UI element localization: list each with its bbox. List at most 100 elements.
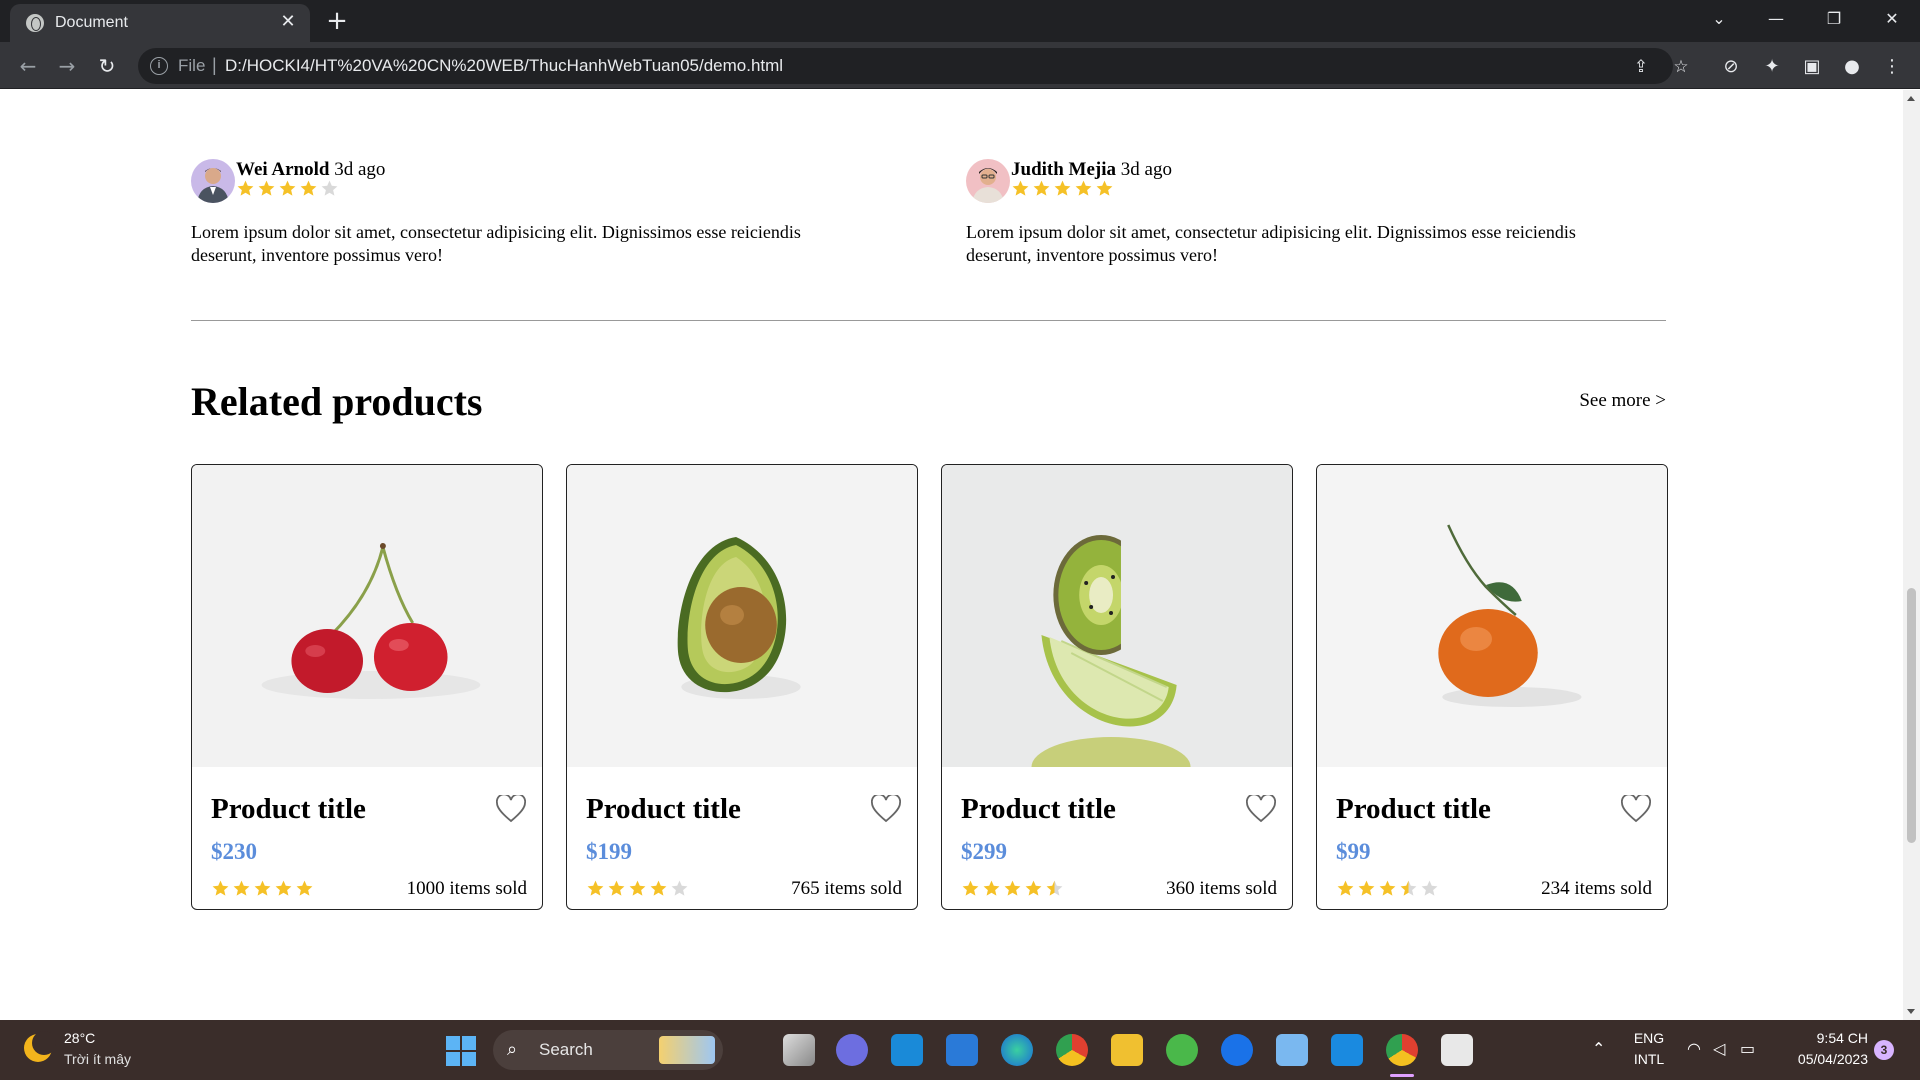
heart-icon[interactable]: [1246, 795, 1276, 823]
star-filled-icon: [983, 880, 1000, 896]
bookmark-star-icon[interactable]: ☆: [1669, 55, 1693, 79]
search-label: Search: [539, 1040, 593, 1059]
product-image-avocado: [567, 465, 917, 767]
see-more-link[interactable]: See more >: [1579, 390, 1666, 412]
compass-icon[interactable]: ⊘: [1719, 55, 1743, 79]
scrollbar-thumb[interactable]: [1907, 588, 1916, 843]
star-empty-icon: [1421, 880, 1438, 896]
folder-icon[interactable]: [1111, 1034, 1143, 1066]
chrome-icon[interactable]: [1056, 1034, 1088, 1066]
minimize-button[interactable]: —: [1752, 0, 1800, 38]
items-sold: 1000 items sold: [406, 878, 527, 899]
edge-icon[interactable]: [1001, 1034, 1033, 1066]
weather-moon-icon[interactable]: [24, 1031, 56, 1062]
url-text[interactable]: D:/HOCKI4/HT%20VA%20CN%20WEB/ThucHanhWeb…: [225, 56, 783, 76]
product-card[interactable]: Product title $230 1000 items sold: [191, 464, 543, 910]
heart-icon[interactable]: [1621, 795, 1651, 823]
star-filled-icon: [1358, 880, 1375, 896]
product-price: $299: [961, 839, 1007, 864]
start-icon[interactable]: [446, 1036, 476, 1066]
heart-icon[interactable]: [871, 795, 901, 823]
product-title[interactable]: Product title: [1336, 793, 1491, 826]
restore-button[interactable]: ❐: [1810, 0, 1858, 38]
scroll-up-arrow-icon[interactable]: [1907, 96, 1915, 101]
tab-close-button[interactable]: ✕: [276, 10, 300, 34]
review-time: 3d ago: [334, 159, 386, 180]
weather-description[interactable]: Trời ít mây: [64, 1051, 131, 1067]
product-title[interactable]: Product title: [211, 793, 366, 826]
close-window-button[interactable]: ✕: [1868, 0, 1916, 38]
star-filled-icon: [233, 880, 250, 896]
star-filled-icon: [962, 880, 979, 896]
taskbar-search[interactable]: ⌕ Search: [493, 1030, 723, 1070]
heart-icon[interactable]: [496, 795, 526, 823]
chevron-up-icon[interactable]: ⌃: [1592, 1039, 1605, 1058]
star-empty-icon: [671, 880, 688, 896]
browser-tab[interactable]: Document ✕: [10, 4, 310, 42]
address-bar[interactable]: i File | D:/HOCKI4/HT%20VA%20CN%20WEB/Th…: [138, 48, 1689, 84]
star-filled-icon: [1004, 880, 1021, 896]
notepad-icon[interactable]: [1276, 1034, 1308, 1066]
volume-icon[interactable]: ◁: [1713, 1039, 1725, 1058]
page-scrollbar[interactable]: [1903, 90, 1920, 1020]
star-filled-icon: [212, 880, 229, 896]
reload-button[interactable]: ↻: [91, 50, 123, 82]
product-card[interactable]: Product title $99 234 items sold: [1316, 464, 1668, 910]
search-highlight-icon: [659, 1036, 715, 1064]
teams-chat-icon[interactable]: [836, 1034, 868, 1066]
globe-icon: [26, 14, 44, 32]
vscode-icon[interactable]: [1331, 1034, 1363, 1066]
site-info-icon[interactable]: i: [150, 57, 168, 75]
windows-taskbar: 28°C Trời ít mây ⌕ Search ⌃ ENG INTL ◠ ◁…: [0, 1020, 1920, 1080]
product-title[interactable]: Product title: [586, 793, 741, 826]
clock-time[interactable]: 9:54 CH: [1772, 1030, 1868, 1046]
page-viewport: Wei Arnold 3d ago Lorem ipsum dolor sit …: [0, 90, 1903, 1020]
forward-button[interactable]: →: [51, 50, 83, 82]
star-filled-icon: [1033, 180, 1050, 196]
active-app-indicator: [1390, 1074, 1414, 1077]
review-rating: [236, 179, 339, 198]
browser-tab-strip: Document ✕ + ⌄ — ❐ ✕: [0, 0, 1920, 42]
star-filled-icon: [1096, 180, 1113, 196]
section-title: Related products: [191, 379, 483, 424]
clock-date[interactable]: 05/04/2023: [1772, 1051, 1868, 1067]
notification-badge[interactable]: 3: [1874, 1040, 1894, 1060]
items-sold: 360 items sold: [1166, 878, 1277, 899]
zalo-icon[interactable]: [1221, 1034, 1253, 1066]
product-card[interactable]: Product title $199 765 items sold: [566, 464, 918, 910]
reviewer-name: Wei Arnold: [236, 159, 330, 180]
widgets-icon[interactable]: [783, 1034, 815, 1066]
chrome-active-icon[interactable]: [1386, 1034, 1418, 1066]
star-filled-icon: [608, 880, 625, 896]
product-image-cherries: [192, 465, 542, 767]
app-green-icon[interactable]: [1166, 1034, 1198, 1066]
star-filled-icon: [629, 880, 646, 896]
profile-icon[interactable]: ●: [1840, 55, 1864, 79]
back-button[interactable]: ←: [12, 50, 44, 82]
product-card[interactable]: Product title $299 360 items sold: [941, 464, 1293, 910]
product-title[interactable]: Product title: [961, 793, 1116, 826]
extensions-icon[interactable]: ✦: [1760, 55, 1784, 79]
new-tab-button[interactable]: +: [322, 6, 352, 36]
tab-search-button[interactable]: ⌄: [1695, 0, 1743, 38]
tab-title: Document: [55, 14, 128, 31]
battery-icon[interactable]: ▭: [1740, 1039, 1755, 1058]
items-sold: 234 items sold: [1541, 878, 1652, 899]
weather-temperature[interactable]: 28°C: [64, 1030, 95, 1046]
share-icon[interactable]: ⇪: [1629, 55, 1653, 79]
scroll-down-arrow-icon[interactable]: [1907, 1009, 1915, 1014]
mail-icon[interactable]: [946, 1034, 978, 1066]
review-rating: [1011, 179, 1114, 198]
menu-icon[interactable]: ⋮: [1880, 55, 1904, 79]
wifi-icon[interactable]: ◠: [1687, 1039, 1701, 1058]
language-layout[interactable]: INTL: [1626, 1051, 1672, 1067]
star-filled-icon: [258, 180, 275, 196]
star-filled-icon: [1012, 180, 1029, 196]
browser-toolbar: ← → ↻ i File | D:/HOCKI4/HT%20VA%20CN%20…: [0, 42, 1920, 89]
product-rating: [1336, 879, 1439, 898]
language-indicator[interactable]: ENG: [1626, 1030, 1672, 1046]
side-panel-icon[interactable]: ▣: [1800, 55, 1824, 79]
app-l-icon[interactable]: [891, 1034, 923, 1066]
reviewer-name-line: Judith Mejia 3d ago: [1011, 159, 1172, 181]
snipping-icon[interactable]: [1441, 1034, 1473, 1066]
